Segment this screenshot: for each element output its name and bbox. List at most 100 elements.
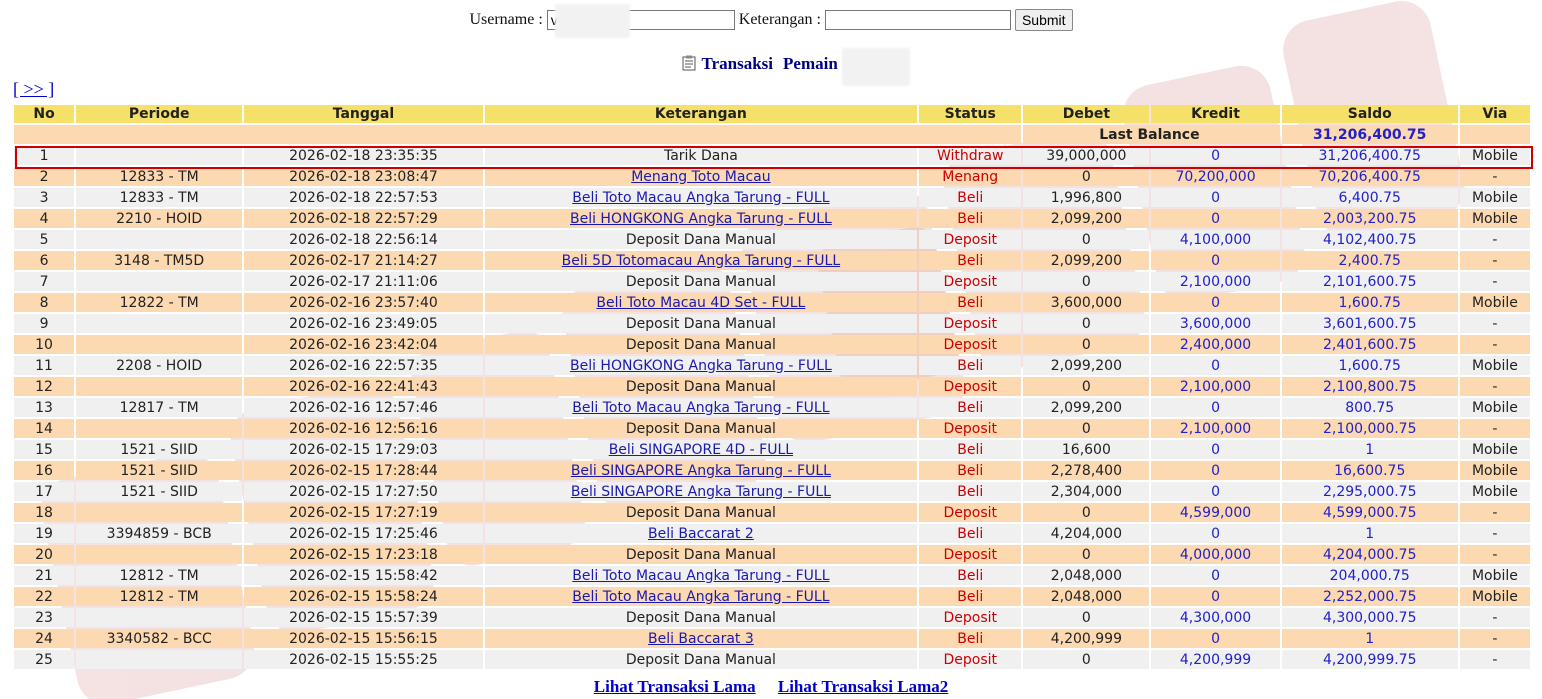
cell-periode xyxy=(76,650,243,669)
cell-keterangan: Tarik Dana xyxy=(484,146,918,165)
cell-status: Deposit xyxy=(919,314,1022,333)
cell-tanggal: 2026-02-15 17:27:19 xyxy=(244,503,483,522)
keterangan-input[interactable] xyxy=(824,10,1011,30)
cell-no: 14 xyxy=(14,419,75,438)
cell-debet: 0 xyxy=(1023,503,1150,522)
keterangan-link[interactable]: Beli HONGKONG Angka Tarung - FULL xyxy=(570,358,832,374)
table-row: 16 1521 - SIID 2026-02-15 17:28:44 Beli SIN… xyxy=(14,461,1530,480)
cell-saldo: 1 xyxy=(1281,440,1458,459)
cell-periode: 3394859 - BCB xyxy=(76,524,243,543)
cell-kredit: 0 xyxy=(1151,440,1280,459)
cell-kredit: 0 xyxy=(1151,587,1280,606)
cell-saldo: 2,100,000.75 xyxy=(1281,419,1458,438)
cell-kredit: 0 xyxy=(1151,482,1280,501)
keterangan-link[interactable]: Menang Toto Macau xyxy=(631,169,770,185)
keterangan-link[interactable]: Beli Toto Macau Angka Tarung - FULL xyxy=(572,400,829,416)
keterangan-link[interactable]: Beli 5D Totomacau Angka Tarung - FULL xyxy=(562,253,840,269)
keterangan-link[interactable]: Beli Toto Macau Angka Tarung - FULL xyxy=(572,589,829,605)
cell-via: Mobile xyxy=(1459,566,1530,585)
cell-keterangan: Beli Baccarat 3 xyxy=(484,629,918,648)
cell-via: Mobile xyxy=(1459,209,1530,228)
keterangan-link[interactable]: Beli SINGAPORE 4D - FULL xyxy=(609,442,793,458)
cell-debet: 3,600,000 xyxy=(1023,293,1150,312)
cell-debet: 1,996,800 xyxy=(1023,188,1150,207)
table-header-row: No Periode Tanggal Keterangan Status Deb… xyxy=(14,105,1530,123)
submit-button[interactable]: Submit xyxy=(1014,9,1073,31)
keterangan-link[interactable]: Beli HONGKONG Angka Tarung - FULL xyxy=(570,211,832,227)
cell-periode xyxy=(76,230,243,249)
cell-keterangan: Beli Toto Macau Angka Tarung - FULL xyxy=(484,587,918,606)
cell-status: Beli xyxy=(919,398,1022,417)
cell-debet: 2,048,000 xyxy=(1023,587,1150,606)
table-row: 9 2026-02-16 23:49:05 Deposit Dana Manual D… xyxy=(14,314,1530,333)
cell-debet: 0 xyxy=(1023,419,1150,438)
cell-debet: 39,000,000 xyxy=(1023,146,1150,165)
cell-no: 20 xyxy=(14,545,75,564)
cell-no: 12 xyxy=(14,377,75,396)
cell-kredit: 2,100,000 xyxy=(1151,419,1280,438)
table-row: 20 2026-02-15 17:23:18 Deposit Dana Manual… xyxy=(14,545,1530,564)
keterangan-link[interactable]: Beli SINGAPORE Angka Tarung - FULL xyxy=(571,484,831,500)
title-transaksi: Transaksi xyxy=(701,54,774,73)
cell-kredit: 3,600,000 xyxy=(1151,314,1280,333)
cell-kredit: 2,100,000 xyxy=(1151,377,1280,396)
cell-debet: 2,099,200 xyxy=(1023,398,1150,417)
cell-no: 4 xyxy=(14,209,75,228)
cell-saldo: 2,400.75 xyxy=(1281,251,1458,270)
cell-periode: 2210 - HOID xyxy=(76,209,243,228)
cell-saldo: 4,300,000.75 xyxy=(1281,608,1458,627)
cell-no: 15 xyxy=(14,440,75,459)
cell-no: 3 xyxy=(14,188,75,207)
cell-tanggal: 2026-02-18 23:35:35 xyxy=(244,146,483,165)
table-row: 1 2026-02-18 23:35:35 Tarik Dana Withdraw 39… xyxy=(14,146,1530,165)
username-label: Username : xyxy=(469,11,543,28)
cell-periode: 12833 - TM xyxy=(76,188,243,207)
cell-no: 9 xyxy=(14,314,75,333)
cell-keterangan: Beli HONGKONG Angka Tarung - FULL xyxy=(484,356,918,375)
table-row: 3 12833 - TM 2026-02-18 22:57:53 Beli Toto … xyxy=(14,188,1530,207)
cell-periode xyxy=(76,335,243,354)
cell-keterangan: Menang Toto Macau xyxy=(484,167,918,186)
cell-keterangan: Deposit Dana Manual xyxy=(484,230,918,249)
lihat-transaksi-lama-link[interactable]: Lihat Transaksi Lama xyxy=(594,677,756,696)
cell-tanggal: 2026-02-15 15:56:15 xyxy=(244,629,483,648)
cell-debet: 0 xyxy=(1023,608,1150,627)
cell-via: - xyxy=(1459,629,1530,648)
cell-periode xyxy=(76,377,243,396)
col-header-kredit: Kredit xyxy=(1151,105,1280,123)
keterangan-link[interactable]: Beli Baccarat 2 xyxy=(648,526,754,542)
cell-keterangan: Deposit Dana Manual xyxy=(484,545,918,564)
keterangan-link[interactable]: Beli SINGAPORE Angka Tarung - FULL xyxy=(571,463,831,479)
cell-no: 11 xyxy=(14,356,75,375)
table-row: 8 12822 - TM 2026-02-16 23:57:40 Beli Toto … xyxy=(14,293,1530,312)
keterangan-link[interactable]: Beli Baccarat 3 xyxy=(648,631,754,647)
keterangan-link[interactable]: Beli Toto Macau Angka Tarung - FULL xyxy=(572,190,829,206)
cell-keterangan: Beli SINGAPORE Angka Tarung - FULL xyxy=(484,482,918,501)
cell-tanggal: 2026-02-15 17:23:18 xyxy=(244,545,483,564)
cell-status: Beli xyxy=(919,566,1022,585)
cell-tanggal: 2026-02-16 23:57:40 xyxy=(244,293,483,312)
table-row: 10 2026-02-16 23:42:04 Deposit Dana Manual… xyxy=(14,335,1530,354)
cell-tanggal: 2026-02-16 12:56:16 xyxy=(244,419,483,438)
table-row: 22 12812 - TM 2026-02-15 15:58:24 Beli Toto… xyxy=(14,587,1530,606)
col-header-keterangan: Keterangan xyxy=(484,105,918,123)
cell-tanggal: 2026-02-16 22:57:35 xyxy=(244,356,483,375)
keterangan-link[interactable]: Beli Toto Macau 4D Set - FULL xyxy=(596,295,805,311)
cell-tanggal: 2026-02-15 15:58:42 xyxy=(244,566,483,585)
cell-kredit: 4,300,000 xyxy=(1151,608,1280,627)
cell-periode xyxy=(76,608,243,627)
col-header-debet: Debet xyxy=(1023,105,1150,123)
cell-debet: 0 xyxy=(1023,314,1150,333)
cell-no: 23 xyxy=(14,608,75,627)
cell-tanggal: 2026-02-18 23:08:47 xyxy=(244,167,483,186)
cell-kredit: 0 xyxy=(1151,398,1280,417)
cell-kredit: 4,599,000 xyxy=(1151,503,1280,522)
cell-via: - xyxy=(1459,524,1530,543)
table-row: 21 12812 - TM 2026-02-15 15:58:42 Beli Toto… xyxy=(14,566,1530,585)
lihat-transaksi-lama2-link[interactable]: Lihat Transaksi Lama2 xyxy=(778,677,948,696)
cell-status: Deposit xyxy=(919,608,1022,627)
cell-periode xyxy=(76,503,243,522)
keterangan-link[interactable]: Beli Toto Macau Angka Tarung - FULL xyxy=(572,568,829,584)
table-row: 13 12817 - TM 2026-02-16 12:57:46 Beli Toto… xyxy=(14,398,1530,417)
next-page-link[interactable]: [ >> ] xyxy=(13,79,54,100)
